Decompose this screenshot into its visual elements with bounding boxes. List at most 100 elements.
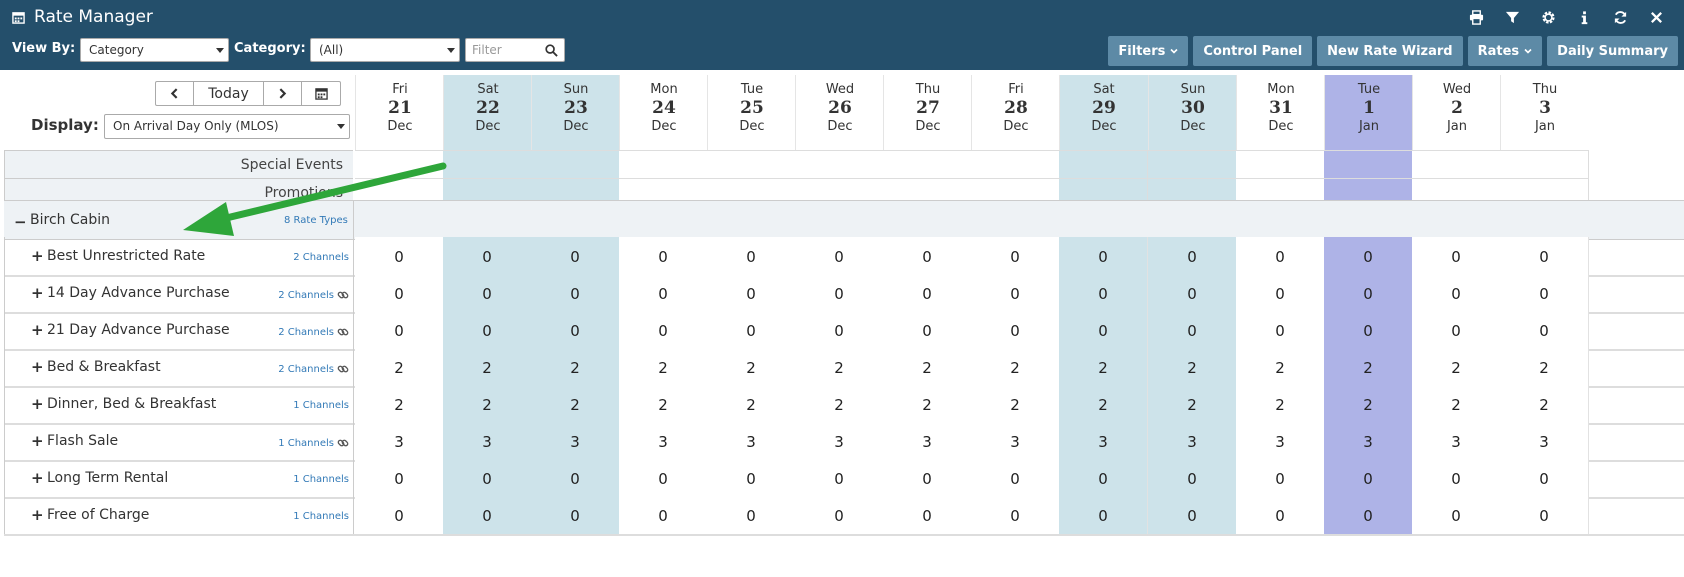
rate-value-cell[interactable]: 0 [971,459,1060,497]
event-cell[interactable] [355,150,444,179]
view-by-select[interactable]: Category [80,38,229,62]
filter-input[interactable]: Filter [465,38,565,62]
today-button[interactable]: Today [194,82,264,105]
rate-value-cell[interactable]: 0 [1324,496,1413,534]
rate-value-cell[interactable]: 0 [355,459,444,497]
category-row[interactable]: − Birch Cabin 8 Rate Types [4,200,1684,240]
rate-value-cell[interactable]: 2 [443,348,532,386]
event-cell[interactable] [971,150,1060,179]
rate-value-cell[interactable]: 0 [1148,274,1237,312]
display-select[interactable]: On Arrival Day Only (MLOS) [104,114,350,139]
rate-value-cell[interactable]: 0 [707,274,796,312]
rate-value-cell[interactable]: 3 [1236,422,1325,460]
rate-value-cell[interactable]: 0 [707,459,796,497]
print-icon[interactable] [1458,7,1494,27]
rate-value-cell[interactable]: 0 [531,311,620,349]
rate-value-cell[interactable]: 3 [795,422,884,460]
rate-value-cell[interactable]: 2 [531,348,620,386]
rate-value-cell[interactable]: 0 [1148,311,1237,349]
rate-value-cell[interactable]: 0 [619,311,708,349]
next-button[interactable] [264,82,302,105]
rate-value-cell[interactable]: 2 [1324,385,1413,423]
rate-value-cell[interactable]: 0 [1148,237,1237,275]
event-cell[interactable] [1148,150,1237,179]
rate-value-cell[interactable]: 0 [619,496,708,534]
rate-value-cell[interactable]: 0 [795,311,884,349]
rate-value-cell[interactable]: 2 [355,385,444,423]
expand-icon[interactable]: + [31,395,44,413]
rate-value-cell[interactable]: 0 [619,459,708,497]
channels-link[interactable]: 2 Channels [278,326,349,338]
rate-value-cell[interactable]: 0 [883,237,972,275]
rate-value-cell[interactable]: 0 [883,496,972,534]
rate-value-cell[interactable]: 2 [1236,348,1325,386]
calendar-button[interactable] [302,82,340,105]
rate-value-cell[interactable]: 0 [971,496,1060,534]
rate-value-cell[interactable]: 0 [1324,237,1413,275]
rate-name[interactable]: Bed & Breakfast [47,359,161,375]
rate-value-cell[interactable]: 0 [355,237,444,275]
channels-link[interactable]: 1 Channels [293,474,349,485]
rate-name[interactable]: Dinner, Bed & Breakfast [47,396,216,412]
rate-value-cell[interactable]: 0 [355,311,444,349]
expand-icon[interactable]: + [31,469,44,487]
rate-value-cell[interactable]: 0 [1500,274,1589,312]
date-column-header[interactable]: Thu 3 Jan [1500,75,1589,150]
expand-icon[interactable]: + [31,321,44,339]
rate-value-cell[interactable]: 2 [883,348,972,386]
event-cell[interactable] [1324,150,1413,179]
rate-value-cell[interactable]: 0 [1059,237,1148,275]
rate-value-cell[interactable]: 3 [619,422,708,460]
date-column-header[interactable]: Wed 26 Dec [795,75,884,150]
category-select[interactable]: (All) [310,38,460,62]
refresh-icon[interactable] [1602,7,1638,27]
rate-name[interactable]: Flash Sale [47,433,118,449]
channels-link[interactable]: 2 Channels [278,289,349,301]
rate-value-cell[interactable]: 0 [619,274,708,312]
rate-value-cell[interactable]: 0 [971,311,1060,349]
rate-value-cell[interactable]: 0 [795,459,884,497]
rate-value-cell[interactable]: 0 [795,237,884,275]
rate-value-cell[interactable]: 0 [443,496,532,534]
gear-icon[interactable] [1530,7,1566,27]
rate-value-cell[interactable]: 2 [707,385,796,423]
date-column-header[interactable]: Fri 21 Dec [355,75,444,150]
rate-value-cell[interactable]: 2 [355,348,444,386]
rate-value-cell[interactable]: 0 [883,274,972,312]
rate-value-cell[interactable]: 0 [443,311,532,349]
date-column-header[interactable]: Tue 1 Jan [1324,75,1413,150]
event-cell[interactable] [619,150,708,179]
rate-value-cell[interactable]: 0 [1412,496,1501,534]
rate-value-cell[interactable]: 0 [795,496,884,534]
rate-value-cell[interactable]: 0 [1236,496,1325,534]
event-cell[interactable] [1236,150,1325,179]
event-cell[interactable] [531,150,620,179]
rate-value-cell[interactable]: 3 [443,422,532,460]
rate-value-cell[interactable]: 0 [443,237,532,275]
close-icon[interactable] [1638,7,1674,27]
rate-value-cell[interactable]: 2 [795,385,884,423]
rate-value-cell[interactable]: 2 [1236,385,1325,423]
rate-value-cell[interactable]: 0 [531,496,620,534]
collapse-icon[interactable]: − [14,213,27,231]
rate-value-cell[interactable]: 3 [707,422,796,460]
rate-value-cell[interactable]: 0 [1324,311,1413,349]
rate-value-cell[interactable]: 0 [531,237,620,275]
rate-value-cell[interactable]: 2 [1059,348,1148,386]
channels-link[interactable]: 2 Channels [278,363,349,375]
rate-value-cell[interactable]: 0 [531,459,620,497]
event-cell[interactable] [1500,150,1589,179]
rate-value-cell[interactable]: 0 [883,459,972,497]
rate-value-cell[interactable]: 2 [1148,385,1237,423]
rate-value-cell[interactable]: 0 [1236,311,1325,349]
event-cell[interactable] [1059,150,1148,179]
rate-value-cell[interactable]: 3 [1324,422,1413,460]
rate-value-cell[interactable]: 0 [1500,311,1589,349]
rate-value-cell[interactable]: 0 [1148,459,1237,497]
expand-icon[interactable]: + [31,247,44,265]
rate-value-cell[interactable]: 0 [707,496,796,534]
rate-value-cell[interactable]: 0 [795,274,884,312]
rate-value-cell[interactable]: 2 [531,385,620,423]
rate-value-cell[interactable]: 3 [971,422,1060,460]
date-column-header[interactable]: Sun 30 Dec [1148,75,1237,150]
